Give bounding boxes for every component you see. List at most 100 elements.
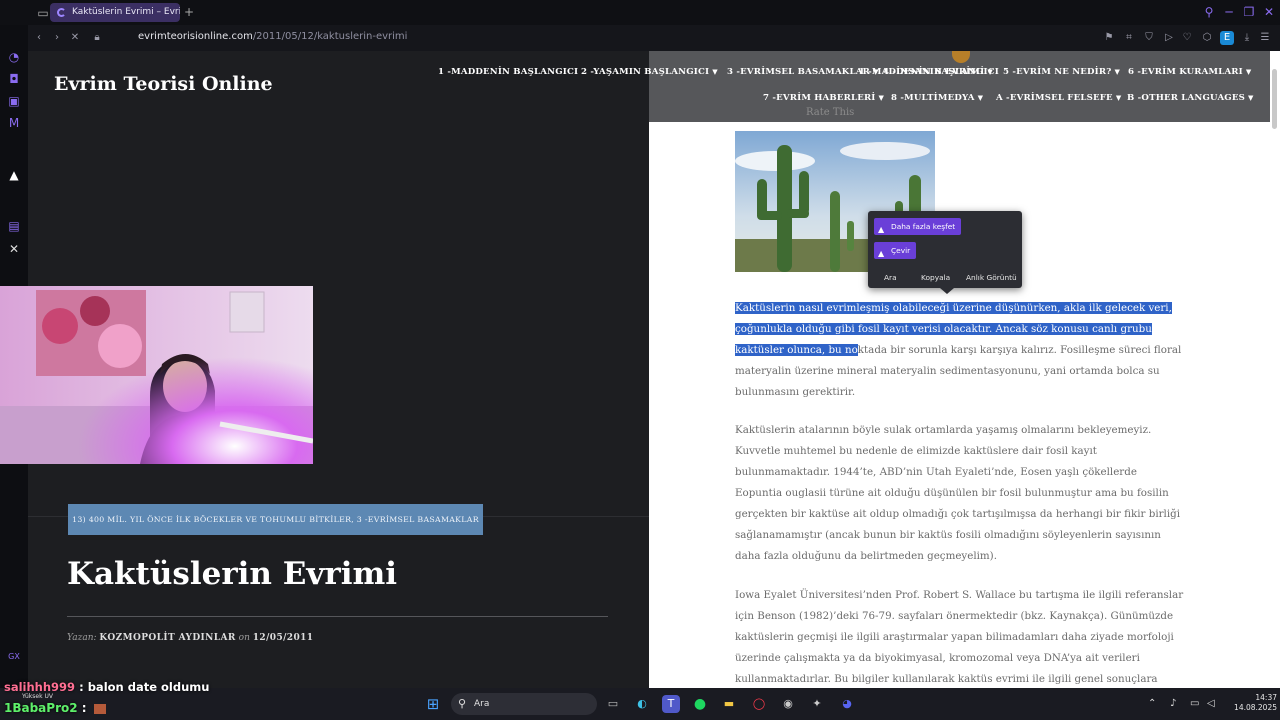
edge-icon[interactable]: ◐: [633, 695, 651, 713]
heart-icon[interactable]: ♡: [1180, 31, 1194, 45]
post-title: Kaktüslerin Evrimi: [67, 556, 398, 592]
nav-label: 4 -İNSANIN EVRİMİ: [883, 67, 985, 77]
chat-username: 1BabaPro2: [4, 701, 78, 715]
chevron-down-icon: ▼: [712, 67, 718, 76]
stop-icon[interactable]: ✕: [68, 31, 82, 45]
rate-this-link[interactable]: Rate This: [806, 107, 854, 118]
webcam-overlay: [0, 286, 313, 464]
opera-gx-icon[interactable]: ◯: [750, 695, 768, 713]
nav-item-evrim-kuramlari[interactable]: 6 -EVRİM KURAMLARI ▼: [1128, 67, 1251, 77]
clock-date: 14.08.2025: [1234, 703, 1277, 712]
author-link[interactable]: KOZMOPOLİT AYDINLAR: [99, 633, 235, 643]
scroll-thumb[interactable]: [1272, 69, 1277, 129]
nav-label: B -OTHER LANGUAGES: [1127, 93, 1246, 103]
close-icon[interactable]: ✕: [1260, 3, 1278, 21]
chevron-down-icon: ▼: [1248, 93, 1254, 102]
explore-label: Daha fazla keşfet: [891, 222, 956, 231]
snapshot-icon[interactable]: ⌗: [1122, 31, 1136, 45]
search-tabs-icon[interactable]: ⚲: [1200, 3, 1218, 21]
popup-tail: [940, 288, 954, 294]
nav-label: 8 -MULTİMEDYA: [891, 93, 975, 103]
forward-icon[interactable]: ›: [50, 31, 64, 45]
nav-item-maddenin[interactable]: 1 -MADDENİN BAŞLANGICI: [438, 67, 578, 77]
nav-item-evrimsel-felsefe[interactable]: A -EVRİMSEL FELSEFE ▼: [996, 93, 1121, 103]
profile-avatar[interactable]: E: [1220, 31, 1234, 45]
spotify-icon[interactable]: ●: [691, 695, 709, 713]
nav-label: 7 -EVRİM HABERLERİ: [763, 93, 876, 103]
translate-button[interactable]: ▲ Çevir: [874, 242, 917, 259]
nav-item-yasamin[interactable]: 2 -YAŞAMIN BAŞLANGICI ▼: [581, 67, 718, 77]
ai-icon: ▲: [878, 249, 885, 258]
category-badge[interactable]: 13) 400 MİL. YIL ÖNCE İLK BÖCEKLER VE TO…: [68, 504, 483, 535]
translate-label: Çevir: [891, 246, 911, 255]
site-title[interactable]: Evrim Teorisi Online: [54, 73, 273, 95]
clock[interactable]: 14:37 14.08.2025: [1225, 693, 1277, 713]
scrollbar[interactable]: [1270, 51, 1280, 688]
nav-item-insanin-evrimi[interactable]: 4 -İNSANIN EVRİMİ ▼: [883, 67, 993, 77]
chevron-down-icon: ▼: [872, 67, 879, 76]
nav-item-evrim-ne-nedir[interactable]: 5 -EVRİM NE NEDİR? ▼: [1003, 67, 1120, 77]
display-icon[interactable]: ▭: [1190, 698, 1199, 709]
task-view-icon[interactable]: ▭: [604, 695, 622, 713]
play-icon[interactable]: ▷: [1162, 31, 1176, 45]
shield-icon[interactable]: ⛉: [1142, 31, 1156, 45]
tray-chevron-icon[interactable]: ⌃: [1148, 698, 1156, 709]
minimize-icon[interactable]: ─: [1220, 3, 1238, 21]
byline-prefix: Yazan:: [67, 633, 97, 643]
chevron-down-icon: ▼: [1115, 93, 1122, 102]
windows-start-icon[interactable]: ⊞: [424, 695, 442, 713]
paragraph-1[interactable]: Kaktüslerin nasıl evrimleşmiş olabileceğ…: [735, 298, 1185, 403]
menu-icon[interactable]: ☰: [1258, 31, 1272, 45]
steam-icon[interactable]: ◉: [779, 695, 797, 713]
chevron-down-icon: ▼: [1245, 67, 1252, 76]
ai-icon[interactable]: ▲: [5, 166, 23, 184]
explore-more-button[interactable]: ▲ Daha fazla keşfet: [874, 218, 962, 235]
microphone-icon[interactable]: ♪: [1170, 698, 1176, 709]
nav-item-other-languages[interactable]: B -OTHER LANGUAGES ▼: [1127, 93, 1254, 103]
volume-icon[interactable]: ◁: [1207, 698, 1215, 709]
back-icon[interactable]: ‹: [32, 31, 46, 45]
byline: Yazan: KOZMOPOLİT AYDINLAR on 12/05/2011: [67, 633, 313, 643]
nav-label: 3 -EVRİMSEL BASAMAKLAR: [727, 67, 870, 77]
tab-active[interactable]: Kaktüslerin Evrimi – Evrim: [50, 3, 180, 22]
app-icon[interactable]: ✦: [808, 695, 826, 713]
chat-separator: :: [81, 701, 87, 715]
loading-spinner-icon: [57, 8, 66, 17]
search-action[interactable]: Ara: [884, 273, 897, 282]
nav-item-multimedya[interactable]: 8 -MULTİMEDYA ▼: [891, 93, 983, 103]
taskbar-search[interactable]: ⚲ Ara: [451, 693, 597, 715]
nav-item-evrim-haberleri[interactable]: 7 -EVRİM HABERLERİ ▼: [763, 93, 884, 103]
new-tab-button[interactable]: +: [180, 3, 198, 21]
url-field[interactable]: evrimteorisionline.com/2011/05/12/kaktus…: [138, 31, 407, 42]
chevron-down-icon: ▼: [878, 93, 885, 102]
gx-icon[interactable]: GX: [5, 648, 23, 666]
file-explorer-icon[interactable]: ▬: [720, 695, 738, 713]
tab-title: Kaktüslerin Evrimi – Evrim: [72, 7, 180, 17]
snapshot-action[interactable]: Anlık Görüntü: [966, 273, 1017, 282]
twitch-icon[interactable]: ▤: [5, 217, 23, 235]
download-icon[interactable]: ⤓: [1240, 31, 1254, 45]
pin-icon[interactable]: ⚑: [1102, 31, 1116, 45]
nav-item-evrimsel-basamaklar[interactable]: 3 -EVRİMSEL BASAMAKLAR ▼: [727, 67, 879, 77]
paragraph-3: Iowa Eyalet Üniversitesi’nden Prof. Robe…: [735, 589, 1184, 685]
aria-icon[interactable]: ◔: [5, 48, 23, 66]
messenger-icon[interactable]: M: [5, 114, 23, 132]
teams-icon[interactable]: T: [662, 695, 680, 713]
ai-icon: ▲: [878, 225, 885, 234]
search-placeholder: Ara: [474, 699, 490, 709]
nav-label: A -EVRİMSEL FELSEFE: [996, 93, 1113, 103]
copy-action[interactable]: Kopyala: [921, 273, 950, 282]
discord-icon[interactable]: ◕: [838, 695, 856, 713]
extensions-icon[interactable]: ⬡: [1200, 31, 1214, 45]
nav-label: 2 -YAŞAMIN BAŞLANGICI: [581, 67, 710, 77]
title-divider: [67, 616, 608, 617]
maximize-icon[interactable]: ❐: [1240, 3, 1258, 21]
player-icon[interactable]: ▣: [5, 92, 23, 110]
url-path: /2011/05/12/kaktuslerin-evrimi: [252, 31, 408, 42]
bookmark-icon[interactable]: ◘: [5, 70, 23, 88]
byline-on: on: [238, 633, 250, 643]
nav-label: 5 -EVRİM NE NEDİR?: [1003, 67, 1112, 77]
x-icon[interactable]: ✕: [5, 240, 23, 258]
chat-message: salihhh999 : balon date oldumu: [4, 680, 209, 694]
clock-time: 14:37: [1255, 693, 1277, 702]
